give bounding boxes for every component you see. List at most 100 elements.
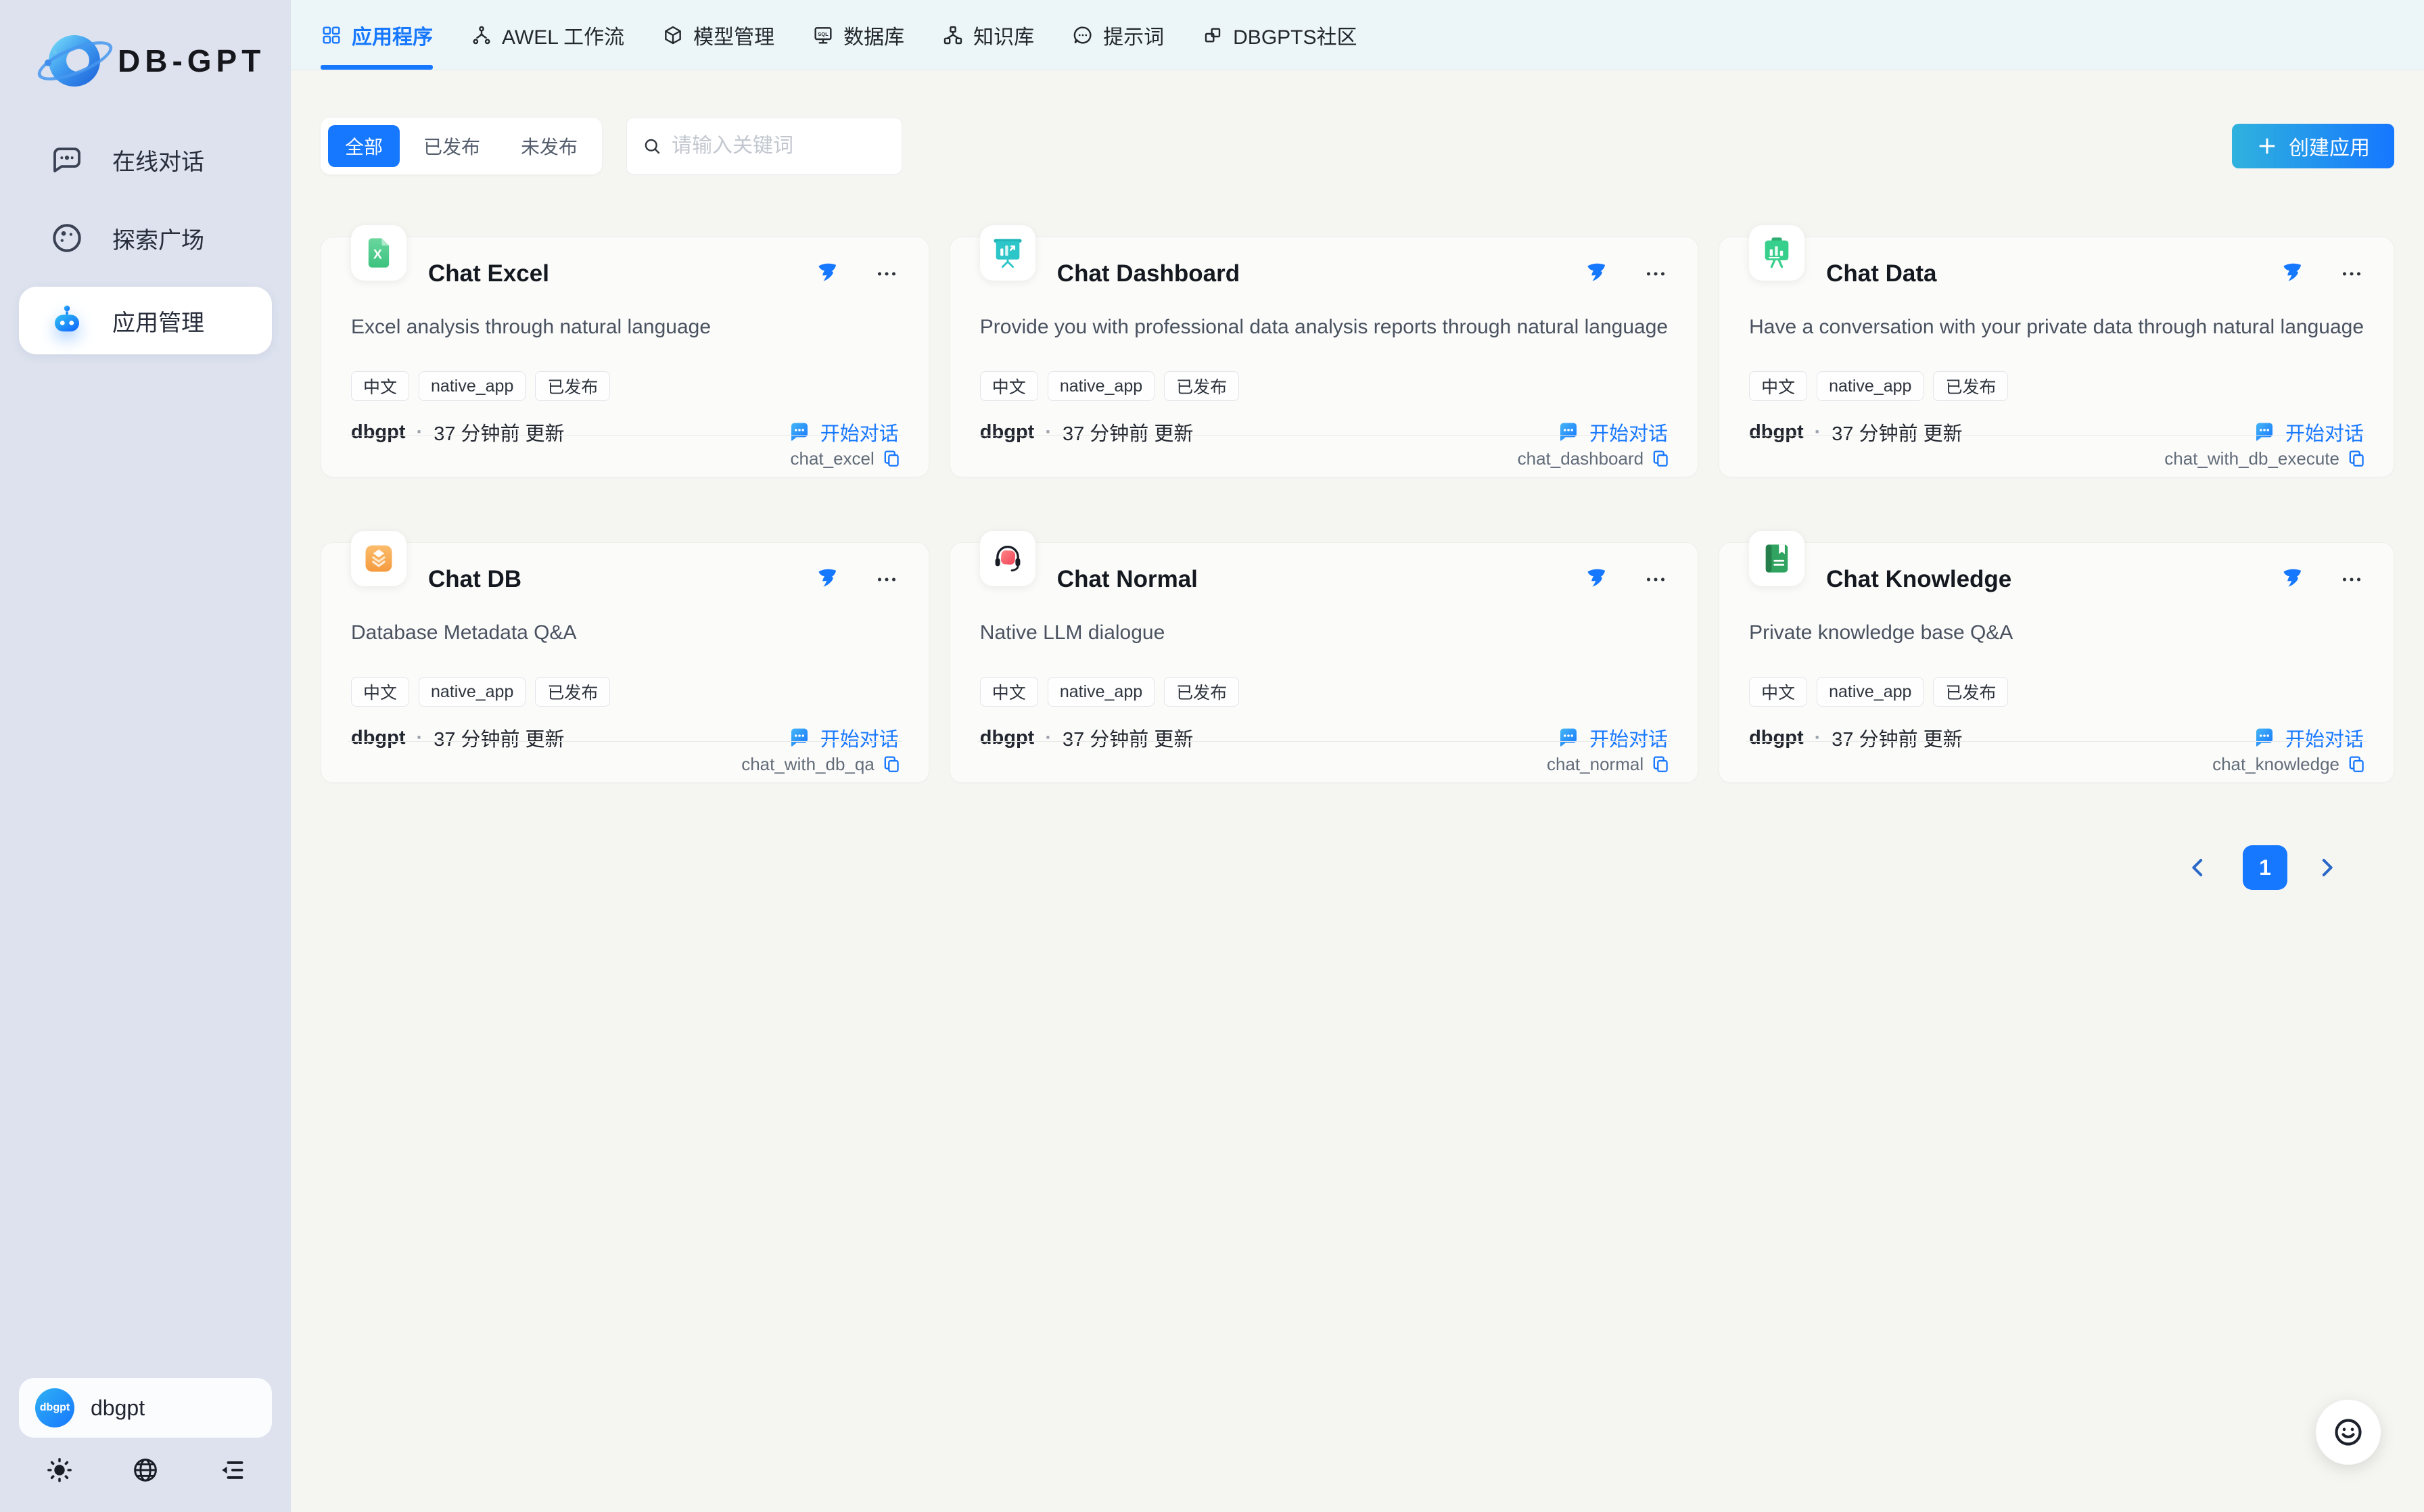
tab-应用程序[interactable]: 应用程序 <box>321 0 433 70</box>
user-card[interactable]: dbgpt dbgpt <box>19 1378 272 1438</box>
dingtalk-wing-icon[interactable] <box>815 567 839 592</box>
collapse-sidebar-icon[interactable] <box>216 1455 246 1485</box>
tab-label: 提示词 <box>1103 20 1164 50</box>
prev-page-button[interactable] <box>2185 851 2217 884</box>
scene-code-row: chat_knowledge <box>2212 754 2367 775</box>
owner-name: dbgpt <box>980 421 1035 444</box>
app-card-chat_normal[interactable]: Chat NormalNative LLM dialogue中文native_a… <box>950 542 1698 783</box>
scene-code-row: chat_dashboard <box>1518 448 1671 469</box>
chat-bubble-filled-icon <box>2252 420 2277 444</box>
card-divider <box>977 741 1671 742</box>
card-actions <box>815 567 899 592</box>
card-footer: dbgpt·37 分钟前 更新开始对话 <box>1719 418 2394 446</box>
tab-提示词[interactable]: 提示词 <box>1072 0 1164 70</box>
start-chat-button[interactable]: 开始对话 <box>1556 724 1668 752</box>
ellipsis-icon[interactable] <box>1644 262 1668 286</box>
app-title: Chat Knowledge <box>1826 566 2011 593</box>
workflow-icon <box>471 24 492 46</box>
dingtalk-wing-icon[interactable] <box>1584 567 1608 592</box>
tab-数据库[interactable]: SQL数据库 <box>812 0 904 70</box>
owner-line: dbgpt·37 分钟前 更新 <box>980 724 1194 752</box>
copy-icon[interactable] <box>1651 449 1671 469</box>
brand-logo: DB-GPT <box>43 30 291 92</box>
sidebar-item-label: 在线对话 <box>112 143 204 176</box>
start-chat-label: 开始对话 <box>1589 724 1668 752</box>
explore-face-icon <box>49 220 85 256</box>
card-actions <box>2280 262 2364 286</box>
dingtalk-wing-icon[interactable] <box>815 262 839 286</box>
tag-row: 中文native_app已发布 <box>321 677 929 707</box>
create-app-button[interactable]: 创建应用 <box>2232 124 2394 168</box>
globe-icon[interactable] <box>131 1455 160 1485</box>
app-card-chat_dashboard[interactable]: Chat Dashboard Provide you with professio… <box>950 237 1698 477</box>
owner-name: dbgpt <box>980 727 1035 749</box>
card-divider <box>1746 741 2367 742</box>
scene-code-row: chat_with_db_execute <box>2164 448 2367 469</box>
grid-icon <box>321 24 342 46</box>
tab-AWEL 工作流[interactable]: AWEL 工作流 <box>471 0 624 70</box>
app-icon-tile: X <box>351 225 406 281</box>
copy-icon[interactable] <box>1651 755 1671 774</box>
sidebar-item-应用管理[interactable]: 应用管理 <box>19 287 272 354</box>
filter-全部[interactable]: 全部 <box>328 125 400 167</box>
app-card-chat_with_db_execute[interactable]: Chat DataHave a conversation with your p… <box>1719 237 2394 477</box>
tab-模型管理[interactable]: 模型管理 <box>662 0 774 70</box>
excel-file-icon: X <box>361 235 396 270</box>
app-icon-tile <box>1749 225 1804 281</box>
copy-icon[interactable] <box>2347 755 2367 774</box>
copy-icon[interactable] <box>882 449 902 469</box>
copy-icon[interactable] <box>2347 449 2367 469</box>
scene-code: chat_with_db_execute <box>2164 448 2339 469</box>
ellipsis-icon[interactable] <box>875 567 899 592</box>
sun-icon[interactable] <box>45 1455 74 1485</box>
tag-已发布: 已发布 <box>1933 371 2008 401</box>
start-chat-button[interactable]: 开始对话 <box>787 724 899 752</box>
card-header: Chat DB <box>321 543 929 593</box>
ellipsis-icon[interactable] <box>875 262 899 286</box>
card-actions <box>815 262 899 286</box>
ellipsis-icon[interactable] <box>2339 567 2364 592</box>
start-chat-label: 开始对话 <box>1589 418 1668 446</box>
app-card-chat_knowledge[interactable]: Chat KnowledgePrivate knowledge base Q&A… <box>1719 542 2394 783</box>
next-page-button[interactable] <box>2313 851 2346 884</box>
search-input[interactable] <box>672 135 933 158</box>
search-box[interactable] <box>626 118 902 174</box>
dingtalk-wing-icon[interactable] <box>2280 262 2304 286</box>
ellipsis-icon[interactable] <box>2339 262 2364 286</box>
tag-中文: 中文 <box>980 371 1038 401</box>
copy-icon[interactable] <box>882 755 902 774</box>
tag-中文: 中文 <box>980 677 1038 707</box>
start-chat-label: 开始对话 <box>2285 418 2364 446</box>
start-chat-button[interactable]: 开始对话 <box>787 418 899 446</box>
scene-code-row: chat_excel <box>790 448 901 469</box>
filter-未发布[interactable]: 未发布 <box>504 125 595 167</box>
app-title: Chat Dashboard <box>1057 260 1240 287</box>
dashboard-board-icon <box>990 235 1025 270</box>
card-header: Chat Data <box>1719 237 2394 287</box>
dingtalk-wing-icon[interactable] <box>1584 262 1608 286</box>
start-chat-button[interactable]: 开始对话 <box>2252 724 2364 752</box>
owner-name: dbgpt <box>1749 421 1804 444</box>
tab-知识库[interactable]: 知识库 <box>942 0 1034 70</box>
sidebar-item-探索广场[interactable]: 探索广场 <box>19 208 272 268</box>
tab-DBGPTS社区[interactable]: DBGPTS社区 <box>1202 0 1357 70</box>
feedback-button[interactable] <box>2316 1400 2381 1465</box>
start-chat-button[interactable]: 开始对话 <box>1556 418 1668 446</box>
app-card-chat_with_db_qa[interactable]: Chat DBDatabase Metadata Q&A中文native_app… <box>321 542 929 783</box>
updated-time: 37 分钟前 更新 <box>434 418 564 446</box>
app-description: Provide you with professional data analy… <box>950 316 1698 339</box>
search-icon <box>642 136 662 156</box>
page-number-current[interactable]: 1 <box>2243 845 2287 890</box>
app-card-chat_excel[interactable]: XChat ExcelExcel analysis through natura… <box>321 237 929 477</box>
card-footer: dbgpt·37 分钟前 更新开始对话 <box>1719 724 2394 752</box>
start-chat-button[interactable]: 开始对话 <box>2252 418 2364 446</box>
scene-code: chat_normal <box>1547 754 1644 775</box>
ellipsis-icon[interactable] <box>1644 567 1668 592</box>
community-blocks-icon <box>1202 24 1223 46</box>
filter-已发布[interactable]: 已发布 <box>406 125 497 167</box>
dingtalk-wing-icon[interactable] <box>2280 567 2304 592</box>
chat-bubble-filled-icon <box>1556 726 1581 750</box>
tab-label: DBGPTS社区 <box>1233 20 1357 50</box>
sidebar-item-在线对话[interactable]: 在线对话 <box>19 130 272 189</box>
separator-dot: · <box>1045 727 1052 749</box>
